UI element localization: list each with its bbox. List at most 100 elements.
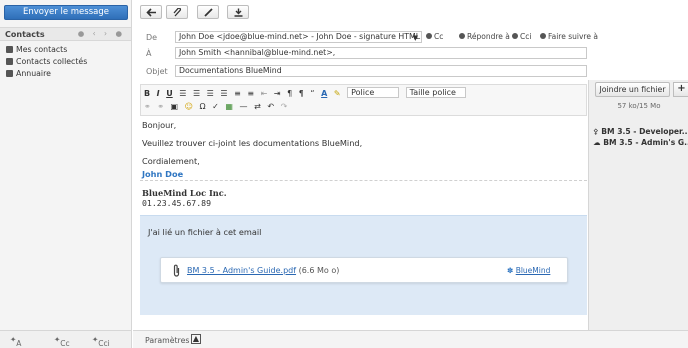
attachment-name: BM 3.5 - Developer... (601, 127, 688, 136)
address-book-label: Annuaire (16, 69, 51, 78)
attach-button[interactable] (166, 5, 188, 19)
add-cc-button[interactable]: ✦ Cc (54, 335, 70, 348)
body-line: Veuillez trouver ci-joint les documentat… (142, 138, 363, 148)
option-cci[interactable]: Cci (512, 32, 531, 41)
signature-name: John Doe (142, 169, 184, 179)
editor-toolbar: B I U ☰ ☰ ☰ ☰ ≡ ≡ ⇤ ⇥ ¶ ¶ “ A ✎ Police T… (140, 84, 587, 116)
plus-icon[interactable]: + (673, 82, 688, 97)
bluemind-logo-icon: ✽ (507, 266, 514, 275)
subject-label: Objet (146, 67, 168, 76)
body-closing: Cordialement, (142, 156, 200, 166)
font-family-select[interactable]: Police (347, 87, 400, 98)
address-book-item[interactable]: Mes contacts (6, 45, 67, 55)
subject-value: Documentations BlueMind (179, 66, 282, 75)
pen-icon (204, 8, 213, 17)
justify-icon[interactable]: ☰ (220, 89, 227, 98)
gear-icon (512, 33, 518, 39)
gear-icon (540, 33, 546, 39)
book-icon (6, 70, 13, 77)
from-value: John Doe <jdoe@blue-mind.net> - John Doe… (179, 32, 421, 41)
outdent-icon[interactable]: ⇤ (261, 89, 268, 98)
align-center-icon[interactable]: ☰ (193, 89, 200, 98)
editor-toolbar-row-1: B I U ☰ ☰ ☰ ☰ ≡ ≡ ⇤ ⇥ ¶ ¶ “ A ✎ Police T… (144, 87, 470, 101)
book-icon (6, 46, 13, 53)
linked-file-info[interactable]: BM 3.5 - Admin's Guide.pdf (6.6 Mo o) (187, 266, 339, 275)
underline-button[interactable]: U (166, 89, 173, 98)
align-left-icon[interactable]: ☰ (179, 89, 186, 98)
send-message-button[interactable]: Envoyer le message (4, 5, 128, 20)
save-draft-button[interactable] (227, 5, 249, 19)
chevron-down-icon: ▼ (412, 34, 418, 42)
rtl-icon[interactable]: ¶ (299, 89, 304, 98)
paperclip-icon (173, 8, 182, 17)
indent-icon[interactable]: ⇥ (274, 89, 281, 98)
recipient-buttons: ✦ A ✦ Cc ✦ Cci (0, 330, 131, 348)
expand-parameters-button[interactable]: ▲ (191, 334, 201, 344)
bluemind-brand-label[interactable]: BlueMind (516, 266, 551, 275)
add-cci-button[interactable]: ✦ Cci (92, 335, 110, 348)
italic-button[interactable]: I (157, 89, 160, 98)
signature-phone: 01.23.45.67.89 (142, 198, 212, 208)
back-button[interactable] (140, 5, 162, 19)
text-color-icon[interactable]: A (321, 89, 327, 98)
from-label: De (146, 33, 158, 42)
cloud-icon: ☁ (593, 138, 601, 147)
from-select[interactable]: John Doe <jdoe@blue-mind.net> - John Doe… (175, 31, 422, 43)
unlink-icon[interactable]: ⚭ (157, 102, 164, 111)
linked-file-card[interactable]: BM 3.5 - Admin's Guide.pdf (6.6 Mo o) ✽ … (160, 257, 568, 283)
special-char-icon[interactable]: Ω (200, 102, 206, 111)
address-book-item[interactable]: Contacts collectés (6, 57, 87, 67)
image-icon[interactable]: ▣ (171, 102, 179, 111)
contacts-header: Contacts ● ‹ › ● (0, 27, 131, 41)
bg-color-icon[interactable]: ✎ (334, 89, 341, 98)
table-icon[interactable]: ▦ (225, 102, 233, 111)
attachment-item[interactable]: ⚴ BM 3.5 - Developer... (593, 127, 688, 136)
redo-icon[interactable]: ↷ (281, 102, 288, 111)
align-right-icon[interactable]: ☰ (207, 89, 214, 98)
attachments-quota: 57 ko/15 Mo (617, 102, 661, 110)
address-book-label: Contacts collectés (16, 57, 88, 66)
find-replace-icon[interactable]: ⇄ (254, 102, 261, 111)
bullet-list-icon[interactable]: ≡ (234, 89, 241, 98)
subject-field[interactable]: Documentations BlueMind (175, 65, 587, 77)
emoticon-icon[interactable]: ☺ (185, 102, 193, 111)
parameters-label: Paramètres (145, 336, 190, 345)
signature-button[interactable] (197, 5, 219, 19)
signature-divider (140, 180, 587, 181)
attachment-name: BM 3.5 - Admin's G... (603, 138, 688, 147)
linked-file-name[interactable]: BM 3.5 - Admin's Guide.pdf (187, 266, 296, 275)
to-field[interactable]: John Smith <hannibal@blue-mind.net>, (175, 47, 587, 59)
horizontal-rule-icon[interactable]: — (240, 102, 248, 111)
spellcheck-icon[interactable]: ✓ (212, 102, 219, 111)
attachments-panel: Joindre un fichier + 57 ko/15 Mo ⚴ BM 3.… (588, 80, 688, 348)
option-reply-to[interactable]: Répondre à (459, 32, 510, 41)
arrow-left-icon (146, 8, 156, 17)
attach-file-button[interactable]: Joindre un fichier (595, 82, 670, 97)
linked-file-size: (6.6 Mo o) (298, 266, 340, 275)
contacts-title: Contacts (5, 30, 45, 39)
bold-button[interactable]: B (144, 89, 150, 98)
editor-toolbar-row-2: ⚭ ⚭ ▣ ☺ Ω ✓ ▦ — ⇄ ↶ ↷ (144, 102, 291, 116)
contacts-pager[interactable]: ● ‹ › ● (78, 29, 125, 38)
add-to-button[interactable]: ✦ A (10, 335, 21, 348)
address-book-item[interactable]: Annuaire (6, 69, 51, 79)
attachment-item[interactable]: ☁ BM 3.5 - Admin's G... (593, 138, 688, 147)
bluemind-brand[interactable]: ✽ BlueMind (507, 266, 550, 275)
ltr-icon[interactable]: ¶ (287, 89, 292, 98)
option-cc[interactable]: Cc (426, 32, 443, 41)
to-value: John Smith <hannibal@blue-mind.net>, (179, 48, 336, 57)
blockquote-icon[interactable]: “ (310, 89, 314, 98)
numbered-list-icon[interactable]: ≡ (247, 89, 254, 98)
gear-icon (426, 33, 432, 39)
font-size-select[interactable]: Taille police (405, 87, 466, 98)
body-greeting: Bonjour, (142, 120, 177, 130)
paperclip-icon: ⚴ (593, 127, 599, 136)
option-followup[interactable]: Faire suivre à (540, 32, 598, 41)
address-book-label: Mes contacts (16, 45, 68, 54)
signature-company: BlueMind Loc Inc. (142, 188, 227, 198)
linked-file-intro: J'ai lié un fichier à cet email (148, 227, 262, 237)
left-panel: Envoyer le message Contacts ● ‹ › ● Mes … (0, 0, 132, 348)
link-icon[interactable]: ⚭ (144, 102, 151, 111)
undo-icon[interactable]: ↶ (267, 102, 274, 111)
book-icon (6, 58, 13, 65)
